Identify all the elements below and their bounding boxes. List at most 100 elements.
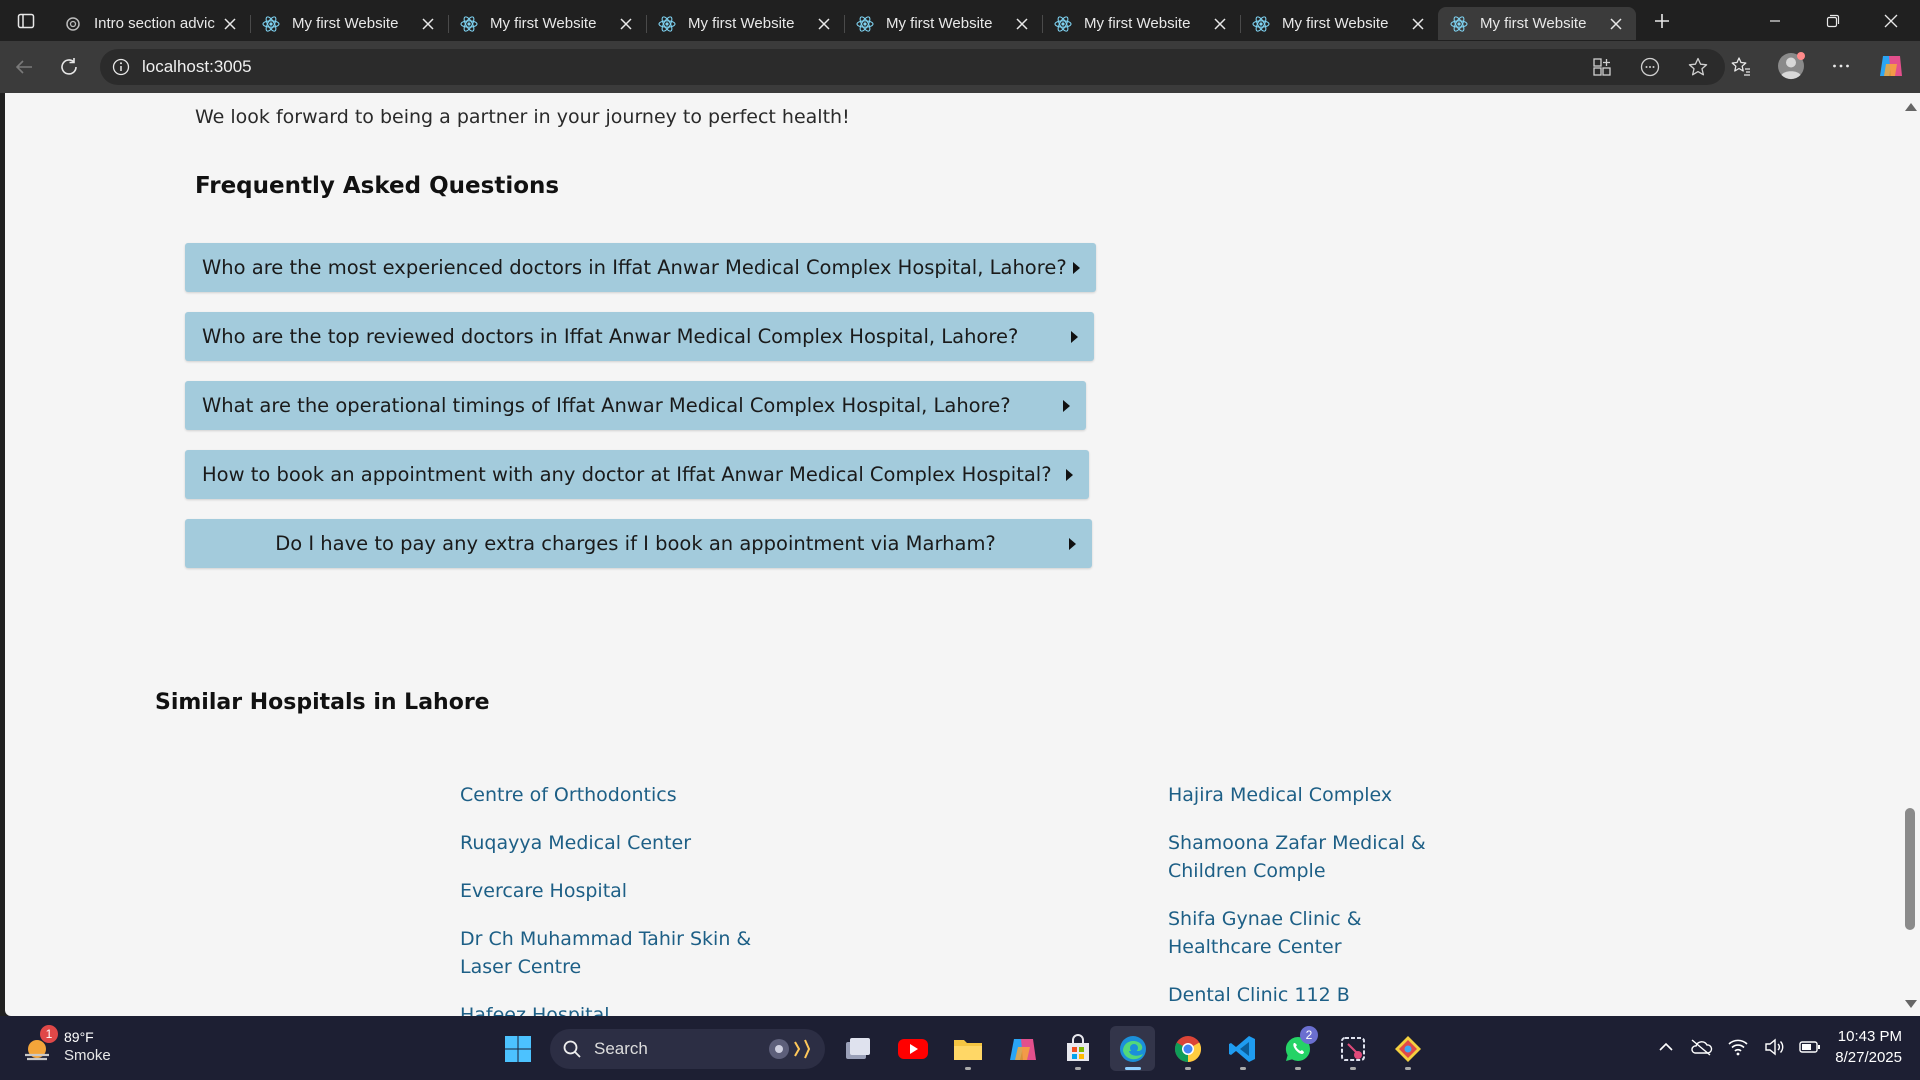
search-highlight-icon — [769, 1038, 811, 1059]
restore-icon — [1826, 14, 1840, 27]
browser-tab[interactable]: My first Website — [1042, 7, 1240, 40]
whatsapp-app[interactable]: 2 — [1275, 1026, 1320, 1071]
hospital-link[interactable]: Shifa Gynae Clinic & Healthcare Center — [1168, 905, 1468, 961]
favorites-list-icon — [1731, 57, 1750, 76]
favorite-button[interactable] — [1677, 50, 1719, 84]
snipping-tool-icon — [1340, 1036, 1365, 1061]
faq-question[interactable]: Who are the top reviewed doctors in Iffa… — [185, 312, 1094, 361]
wifi-icon[interactable] — [1727, 1038, 1749, 1056]
hospitals-column-left: Centre of Orthodontics Ruqayya Medical C… — [460, 781, 760, 1016]
back-button[interactable] — [3, 46, 45, 88]
browser-tab[interactable]: My first Website — [646, 7, 844, 40]
hospital-link[interactable]: Hajira Medical Complex — [1168, 781, 1468, 809]
store-icon — [1066, 1033, 1089, 1061]
plus-icon — [1655, 13, 1669, 28]
similar-hospitals-heading: Similar Hospitals in Lahore — [155, 690, 490, 715]
running-indicator — [964, 1067, 971, 1070]
tab-title: My first Website — [490, 15, 597, 32]
running-indicator — [1404, 1067, 1411, 1070]
browser-toolbar: localhost:3005 — [0, 41, 1920, 93]
faq-question[interactable]: What are the operational timings of Iffa… — [185, 381, 1086, 430]
running-indicator — [1074, 1067, 1081, 1070]
refresh-icon — [61, 58, 77, 75]
store-app[interactable] — [1055, 1026, 1100, 1071]
tab-actions-button[interactable] — [0, 0, 52, 41]
url-text[interactable]: localhost:3005 — [142, 57, 252, 77]
faq-question-text: What are the operational timings of Iffa… — [202, 394, 1011, 417]
onedrive-offline-icon[interactable] — [1689, 1037, 1713, 1057]
favorites-button[interactable] — [1720, 45, 1762, 87]
scroll-down-arrow-icon[interactable] — [1905, 1000, 1917, 1008]
settings-more-button[interactable] — [1820, 45, 1862, 87]
minimize-button[interactable] — [1746, 0, 1804, 41]
app-available-button[interactable] — [1581, 50, 1623, 84]
hospital-link[interactable]: Ruqayya Medical Center — [460, 829, 760, 857]
tab-close-icon[interactable] — [220, 14, 240, 34]
tab-close-icon[interactable] — [814, 14, 834, 34]
tab-title: My first Website — [1480, 15, 1587, 32]
clock-time: 10:43 PM — [1837, 1028, 1902, 1045]
windows-taskbar: 1 89°F Smoke Search 2 10:43 PM 8/27/2025 — [0, 1016, 1920, 1080]
faq-question[interactable]: How to book an appointment with any doct… — [185, 450, 1089, 499]
browser-tab[interactable]: My first Website — [448, 7, 646, 40]
close-icon — [1884, 14, 1898, 27]
browser-tab[interactable]: My first Website — [250, 7, 448, 40]
profile-button[interactable] — [1770, 45, 1812, 87]
close-window-button[interactable] — [1862, 0, 1920, 41]
hospital-link[interactable]: Dr Ch Muhammad Tahir Skin & Laser Centre — [460, 925, 760, 981]
faq-question[interactable]: Who are the most experienced doctors in … — [185, 243, 1096, 292]
volume-icon[interactable] — [1763, 1037, 1785, 1057]
chrome-app[interactable] — [1165, 1026, 1210, 1071]
start-button[interactable] — [495, 1026, 540, 1071]
faq-question[interactable]: Do I have to pay any extra charges if I … — [185, 519, 1092, 568]
react-icon — [262, 15, 280, 33]
tab-close-icon[interactable] — [1606, 14, 1626, 34]
tab-close-icon[interactable] — [1012, 14, 1032, 34]
clock[interactable]: 10:43 PM 8/27/2025 — [1835, 1026, 1902, 1068]
snipping-tool-app[interactable] — [1330, 1026, 1375, 1071]
tab-close-icon[interactable] — [418, 14, 438, 34]
minimize-icon — [1770, 19, 1780, 22]
avatar-icon — [1778, 52, 1805, 80]
reading-mode-button[interactable] — [1629, 50, 1671, 84]
hospital-link[interactable]: Centre of Orthodontics — [460, 781, 760, 809]
weather-widget[interactable]: 1 89°F Smoke — [20, 1025, 111, 1066]
scrollbar-thumb[interactable] — [1905, 808, 1915, 930]
vscode-app[interactable] — [1220, 1026, 1265, 1071]
youtube-app[interactable] — [890, 1026, 935, 1071]
taskbar-search[interactable]: Search — [550, 1028, 825, 1069]
copilot-app[interactable] — [1000, 1026, 1045, 1071]
tab-close-icon[interactable] — [1210, 14, 1230, 34]
tab-close-icon[interactable] — [1408, 14, 1428, 34]
new-tab-button[interactable] — [1642, 4, 1682, 37]
file-explorer-app[interactable] — [945, 1026, 990, 1071]
clock-date: 8/27/2025 — [1835, 1049, 1902, 1066]
chevron-up-icon[interactable] — [1657, 1038, 1675, 1056]
task-view-button[interactable] — [835, 1026, 880, 1071]
browser-tab[interactable]: My first Website — [1240, 7, 1438, 40]
running-indicator — [1239, 1067, 1246, 1070]
page-scrollbar[interactable] — [1900, 93, 1920, 1016]
browser-tab[interactable]: My first Website — [844, 7, 1042, 40]
faq-question-text: Do I have to pay any extra charges if I … — [275, 532, 996, 555]
hospital-link[interactable]: Hafeez Hospital — [460, 1001, 760, 1016]
address-bar[interactable]: localhost:3005 — [100, 49, 1725, 85]
copilot-button[interactable] — [1870, 45, 1912, 87]
tab-title: My first Website — [292, 15, 399, 32]
browser-tab-active[interactable]: My first Website — [1438, 7, 1636, 40]
info-icon[interactable] — [112, 58, 130, 76]
react-icon — [1450, 15, 1468, 33]
browser-tab[interactable]: Intro section advic — [52, 7, 250, 40]
react-icon — [460, 15, 478, 33]
hospital-link[interactable]: Shamoona Zafar Medical & Children Comple — [1168, 829, 1468, 885]
refresh-button[interactable] — [48, 46, 90, 88]
more-dots-icon — [1833, 64, 1849, 68]
restore-button[interactable] — [1804, 0, 1862, 41]
hospital-link[interactable]: Dental Clinic 112 B — [1168, 981, 1468, 1009]
tab-close-icon[interactable] — [616, 14, 636, 34]
scroll-up-arrow-icon[interactable] — [1905, 103, 1917, 111]
battery-icon[interactable] — [1799, 1040, 1821, 1054]
git-app[interactable] — [1385, 1026, 1430, 1071]
hospital-link[interactable]: Evercare Hospital — [460, 877, 760, 905]
edge-app[interactable] — [1110, 1026, 1155, 1071]
